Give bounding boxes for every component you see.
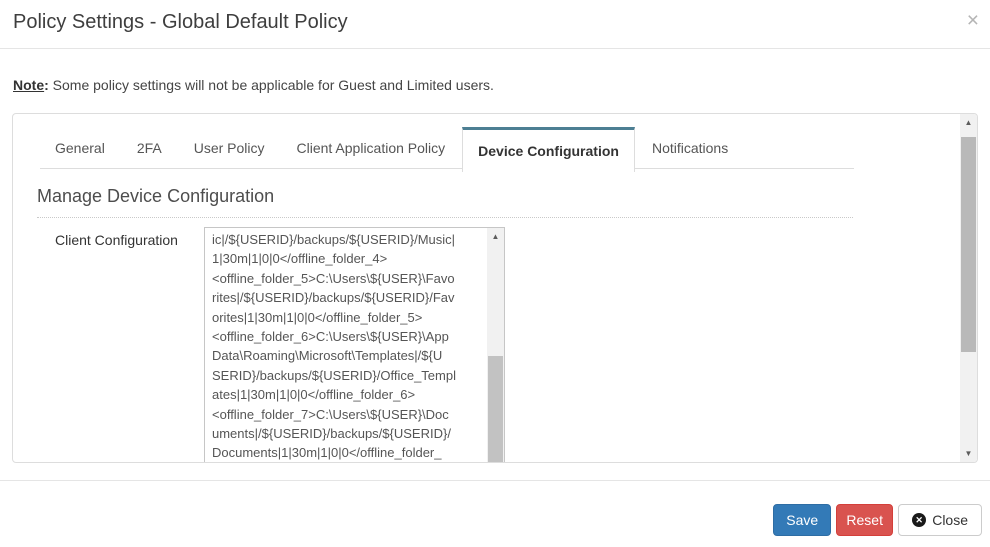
textarea-scrollbar-thumb[interactable] [488, 356, 503, 463]
footer-buttons: Save Reset ✕ Close [773, 504, 982, 536]
note-text: Some policy settings will not be applica… [49, 77, 494, 93]
footer-divider [0, 480, 990, 481]
scroll-up-icon[interactable]: ▲ [960, 114, 977, 131]
close-button-label: Close [932, 512, 968, 528]
panel-scrollbar[interactable]: ▲ ▼ [960, 114, 977, 462]
policy-note: Note: Some policy settings will not be a… [13, 77, 494, 93]
tab-device-configuration[interactable]: Device Configuration [462, 127, 635, 172]
heading-divider [37, 217, 853, 218]
tab-2fa[interactable]: 2FA [122, 127, 177, 168]
client-configuration-value[interactable]: ic|/${USERID}/backups/${USERID}/Music| 1… [205, 228, 487, 463]
tab-notifications[interactable]: Notifications [637, 127, 743, 168]
policy-tabs-panel: General 2FA User Policy Client Applicati… [12, 113, 978, 463]
scroll-down-icon[interactable]: ▼ [960, 445, 977, 462]
scroll-up-icon[interactable]: ▲ [487, 228, 504, 245]
header-divider [0, 48, 990, 49]
tab-user-policy[interactable]: User Policy [179, 127, 280, 168]
tab-bar: General 2FA User Policy Client Applicati… [40, 127, 745, 172]
tab-client-application-policy[interactable]: Client Application Policy [282, 127, 461, 168]
policy-settings-modal: Policy Settings - Global Default Policy … [0, 0, 990, 547]
panel-scrollbar-thumb[interactable] [961, 137, 976, 352]
section-heading: Manage Device Configuration [37, 186, 274, 207]
close-button[interactable]: ✕ Close [898, 504, 982, 536]
client-configuration-textarea[interactable]: ic|/${USERID}/backups/${USERID}/Music| 1… [204, 227, 505, 463]
reset-button[interactable]: Reset [836, 504, 893, 536]
textarea-scrollbar[interactable]: ▲ [487, 228, 504, 463]
client-configuration-label: Client Configuration [55, 232, 178, 248]
close-circle-icon: ✕ [912, 513, 926, 527]
modal-close-icon[interactable]: × [967, 10, 979, 31]
save-button[interactable]: Save [773, 504, 831, 536]
modal-title: Policy Settings - Global Default Policy [13, 11, 348, 34]
tab-general[interactable]: General [40, 127, 120, 168]
note-label: Note [13, 77, 44, 93]
